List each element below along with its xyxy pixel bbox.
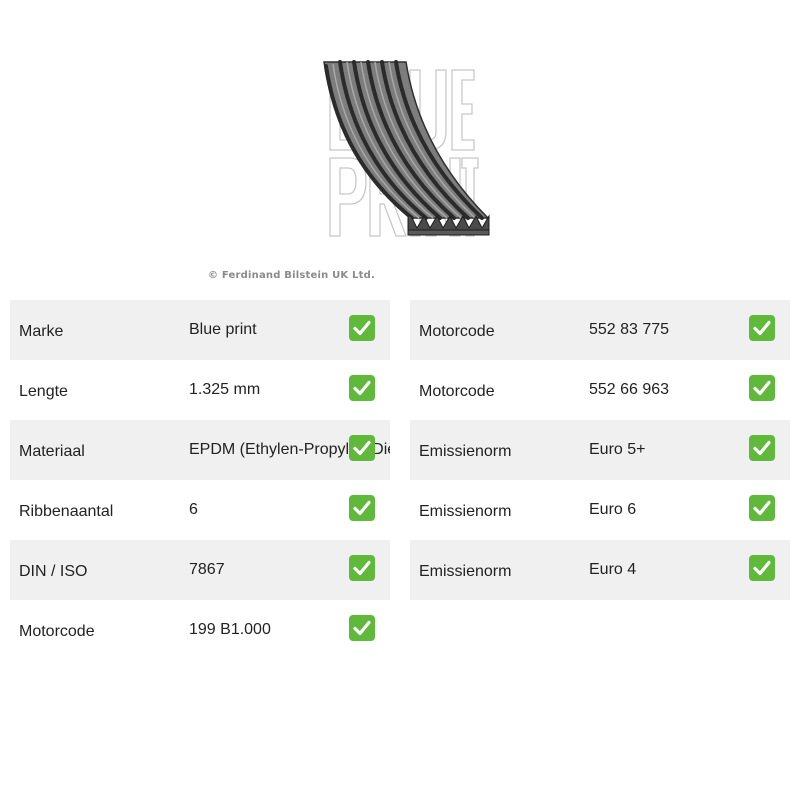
check-icon <box>349 375 375 401</box>
spec-label: Motorcode <box>19 623 95 640</box>
spec-label: Emissienorm <box>419 563 512 580</box>
spec-row: DIN / ISO 7867 <box>10 540 390 600</box>
spec-row: Ribbenaantal 6 <box>10 480 390 540</box>
spec-table-right: Motorcode 552 83 775 Motorcode 552 66 963 Em… <box>410 300 790 600</box>
spec-label: Ribbenaantal <box>19 503 114 520</box>
check-icon <box>749 315 775 341</box>
spec-value: 199 B1.000 <box>189 621 271 638</box>
spec-label: Marke <box>19 323 64 340</box>
check-icon <box>349 435 375 461</box>
spec-value: 6 <box>189 501 198 518</box>
check-icon <box>749 495 775 521</box>
check-icon <box>349 315 375 341</box>
spec-label: Motorcode <box>419 323 495 340</box>
spec-value: Blue print <box>189 321 257 338</box>
spec-label: Materiaal <box>19 443 85 460</box>
spec-label: DIN / ISO <box>19 563 88 580</box>
spec-row: Emissienorm Euro 5+ <box>410 420 790 480</box>
spec-row: Emissienorm Euro 4 <box>410 540 790 600</box>
spec-row: Lengte 1.325 mm <box>10 360 390 420</box>
spec-row: MateriaalEPDM (Ethylen-Propylen-Dien-Kau… <box>10 420 390 480</box>
check-icon <box>349 495 375 521</box>
spec-label: Lengte <box>19 383 68 400</box>
product-image <box>0 0 800 300</box>
spec-label: Motorcode <box>419 383 495 400</box>
spec-value: 1.325 mm <box>189 381 261 398</box>
spec-value: Euro 6 <box>589 501 637 518</box>
spec-row: Motorcode 552 83 775 <box>410 300 790 360</box>
spec-label: Emissienorm <box>419 503 512 520</box>
spec-value: 552 66 963 <box>589 381 670 398</box>
spec-label: Emissienorm <box>419 443 512 460</box>
spec-row: Emissienorm Euro 6 <box>410 480 790 540</box>
spec-value: 7867 <box>189 561 225 578</box>
check-icon <box>749 435 775 461</box>
spec-row: Motorcode 199 B1.000 <box>10 600 390 660</box>
spec-value: Euro 4 <box>589 561 637 578</box>
check-icon <box>749 375 775 401</box>
copyright-notice: © Ferdinand Bilstein UK Ltd. <box>208 270 375 281</box>
ribbed-belt-image <box>323 60 490 237</box>
check-icon <box>749 555 775 581</box>
check-icon <box>349 555 375 581</box>
spec-row: Motorcode 552 66 963 <box>410 360 790 420</box>
spec-value: Euro 5+ <box>589 441 646 458</box>
check-icon <box>349 615 375 641</box>
spec-row: Marke Blue print <box>10 300 390 360</box>
spec-table-left: Marke Blue print Lengte 1.325 mm Materiaal EP… <box>10 300 390 660</box>
spec-value: 552 83 775 <box>589 321 670 338</box>
